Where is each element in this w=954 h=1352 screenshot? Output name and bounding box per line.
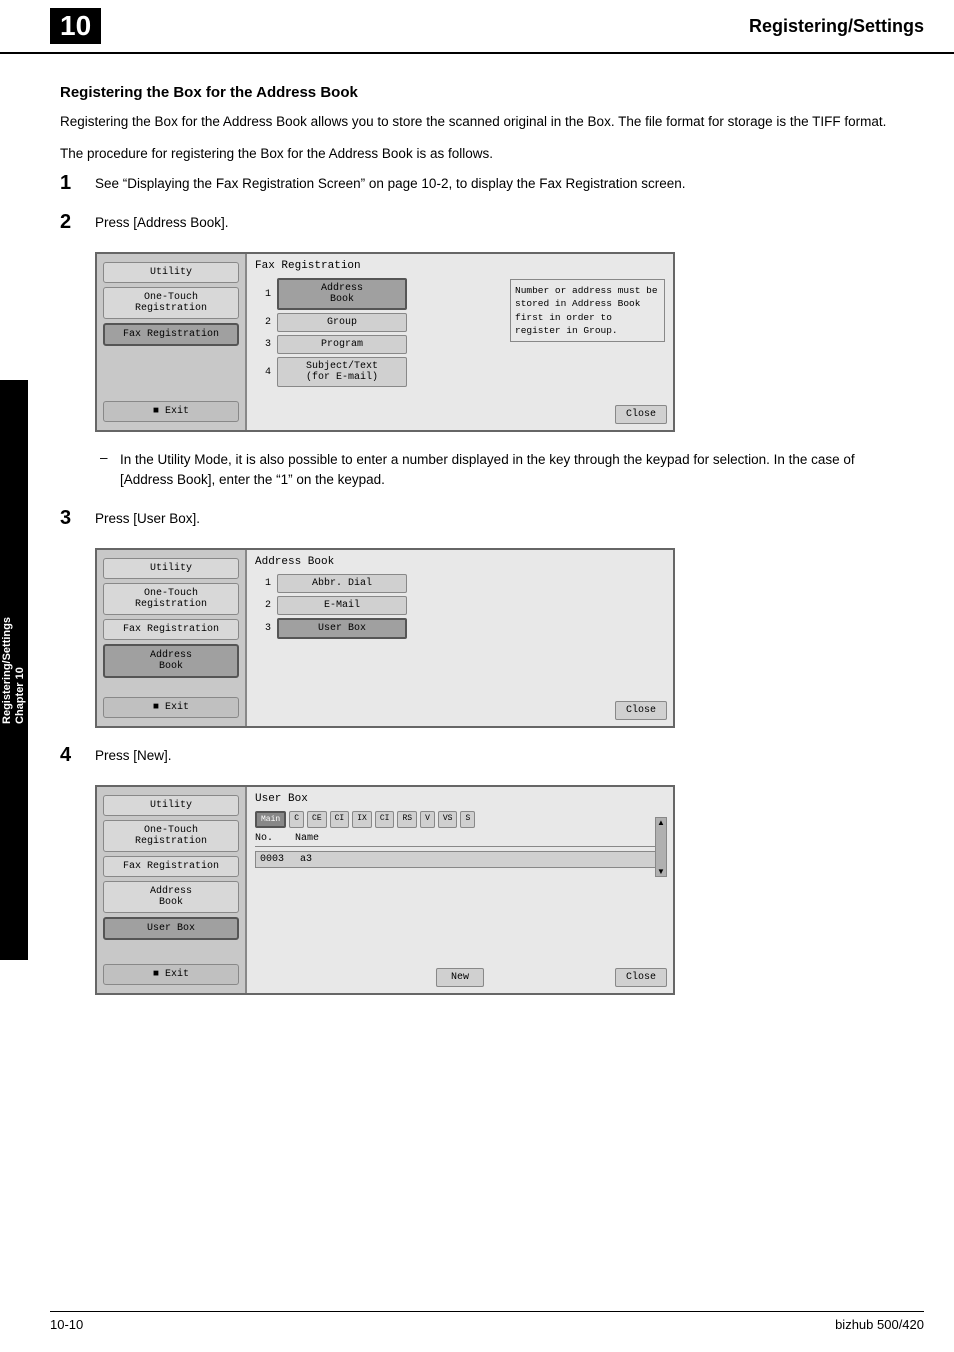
screen1-utility-btn[interactable]: Utility: [103, 262, 239, 283]
section-title: Registering the Box for the Address Book: [60, 84, 904, 101]
screen3-onetouch-btn[interactable]: One-TouchRegistration: [103, 820, 239, 852]
step-1: 1 See “Displaying the Fax Registration S…: [60, 174, 904, 195]
screen1-sidebar: Utility One-TouchRegistration Fax Regist…: [97, 254, 247, 430]
page-title: Registering/Settings: [749, 16, 924, 37]
screen2-addressbook-btn[interactable]: AddressBook: [103, 644, 239, 678]
screen1-onetouch-btn[interactable]: One-TouchRegistration: [103, 287, 239, 319]
screen3-new-btn[interactable]: New: [436, 968, 484, 987]
screen3-row1-no: 0003: [260, 854, 300, 865]
step-3-text: Press [User Box].: [95, 509, 904, 529]
screen1-mockup: Utility One-TouchRegistration Fax Regist…: [95, 252, 675, 432]
side-tab-text: Registering/Settings Chapter 10: [1, 617, 27, 724]
screen2-mockup: Utility One-TouchRegistration Fax Regist…: [95, 548, 675, 728]
screen3-tab-main[interactable]: Main: [255, 811, 286, 828]
screen1-group-btn[interactable]: Group: [277, 313, 407, 332]
screen3-faxreg-btn[interactable]: Fax Registration: [103, 856, 239, 877]
screen2-item-2: 2 E-Mail: [255, 596, 665, 615]
screen3-list-row-1[interactable]: 0003 a3: [255, 851, 665, 868]
page-number: 10-10: [50, 1317, 83, 1332]
screen2-close-btn[interactable]: Close: [615, 701, 667, 720]
page-header: 10 Registering/Settings: [0, 0, 954, 54]
screen3-tab-ix[interactable]: IX: [352, 811, 372, 828]
screen3-title: User Box: [255, 793, 665, 805]
screen2-utility-btn[interactable]: Utility: [103, 558, 239, 579]
step-4-number: 4: [60, 744, 95, 767]
page-footer: 10-10 bizhub 500/420: [50, 1311, 924, 1332]
screen1-faxreg-btn[interactable]: Fax Registration: [103, 323, 239, 346]
screen1-address-book-btn[interactable]: AddressBook: [277, 278, 407, 310]
main-content: Registering the Box for the Address Book…: [0, 74, 954, 1063]
screen2-abbrdial-btn[interactable]: Abbr. Dial: [277, 574, 407, 593]
screen3-tab-vs[interactable]: VS: [438, 811, 458, 828]
dash-note: – In the Utility Mode, it is also possib…: [100, 450, 904, 491]
screen1-title: Fax Registration: [255, 260, 665, 272]
screen2-main: Address Book 1 Abbr. Dial 2 E-Mail 3 Use…: [247, 550, 673, 726]
screen3-tab-ce[interactable]: CE: [307, 811, 327, 828]
screen2-faxreg-btn[interactable]: Fax Registration: [103, 619, 239, 640]
step-2-text: Press [Address Book].: [95, 213, 904, 233]
screen1-program-btn[interactable]: Program: [277, 335, 407, 354]
screen3-col-name: Name: [295, 833, 665, 844]
screen3-tab-ci2[interactable]: CI: [375, 811, 395, 828]
screen1-close-btn[interactable]: Close: [615, 405, 667, 424]
step-3-number: 3: [60, 507, 95, 530]
screen3-tab-s[interactable]: S: [460, 811, 475, 828]
intro-para1: Registering the Box for the Address Book…: [60, 111, 904, 133]
screen3-row1-name: a3: [300, 854, 660, 865]
screen1-note: Number or address must be stored in Addr…: [510, 279, 665, 342]
screen2-sidebar: Utility One-TouchRegistration Fax Regist…: [97, 550, 247, 726]
screen1-subject-btn[interactable]: Subject/Text(for E-mail): [277, 357, 407, 387]
screen2-email-btn[interactable]: E-Mail: [277, 596, 407, 615]
screen3-addressbook-btn[interactable]: AddressBook: [103, 881, 239, 913]
dash-note-text: In the Utility Mode, it is also possible…: [120, 450, 904, 491]
screen3-main: User Box Main C CE CI IX CI RS V VS S No…: [247, 787, 673, 993]
screen3-tab-ci1[interactable]: CI: [330, 811, 350, 828]
screen3-tabs: Main C CE CI IX CI RS V VS S: [255, 811, 665, 828]
screen3-list-header: No. Name: [255, 833, 665, 847]
intro-para2: The procedure for registering the Box fo…: [60, 143, 904, 165]
screen3-exit-btn[interactable]: ■ Exit: [103, 964, 239, 985]
screen3-tab-rs[interactable]: RS: [397, 811, 417, 828]
step-3: 3 Press [User Box].: [60, 509, 904, 530]
step-2: 2 Press [Address Book].: [60, 213, 904, 234]
screen2-userbox-btn[interactable]: User Box: [277, 618, 407, 639]
screen1-main: Fax Registration 1 AddressBook 2 Group 3…: [247, 254, 673, 430]
screen3-tab-v[interactable]: V: [420, 811, 435, 828]
step-1-number: 1: [60, 172, 95, 195]
screen3-close-btn[interactable]: Close: [615, 968, 667, 987]
step-4: 4 Press [New].: [60, 746, 904, 767]
screen1-item-4: 4 Subject/Text(for E-mail): [255, 357, 665, 387]
screen3-tab-c[interactable]: C: [289, 811, 304, 828]
screen2-title: Address Book: [255, 556, 665, 568]
brand-name: bizhub 500/420: [835, 1317, 924, 1332]
screen3-col-no: No.: [255, 833, 295, 844]
screen3-userbox-btn[interactable]: User Box: [103, 917, 239, 940]
step-2-number: 2: [60, 211, 95, 234]
step-1-text: See “Displaying the Fax Registration Scr…: [95, 174, 904, 194]
screen2-onetouch-btn[interactable]: One-TouchRegistration: [103, 583, 239, 615]
screen2-exit-btn[interactable]: ■ Exit: [103, 697, 239, 718]
scroll-indicator[interactable]: ▲ ▼: [655, 817, 667, 877]
side-tab: Registering/Settings Chapter 10: [0, 380, 28, 960]
step-4-text: Press [New].: [95, 746, 904, 766]
chapter-number: 10: [50, 8, 101, 44]
screen2-item-3: 3 User Box: [255, 618, 665, 639]
screen3-sidebar: Utility One-TouchRegistration Fax Regist…: [97, 787, 247, 993]
screen1-exit-btn[interactable]: ■ Exit: [103, 401, 239, 422]
screen2-item-1: 1 Abbr. Dial: [255, 574, 665, 593]
screen3-utility-btn[interactable]: Utility: [103, 795, 239, 816]
screen3-mockup: Utility One-TouchRegistration Fax Regist…: [95, 785, 675, 995]
